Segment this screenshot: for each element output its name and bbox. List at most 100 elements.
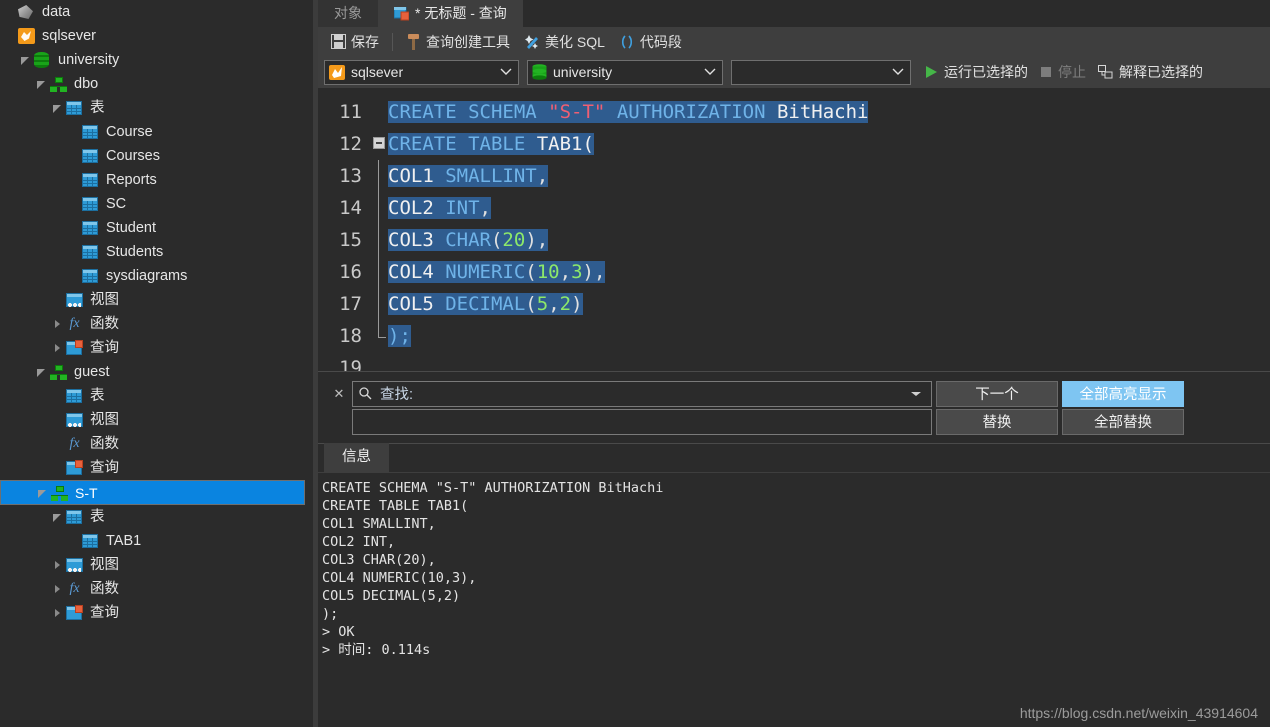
tree-item-SC[interactable]: SC xyxy=(0,192,313,216)
tab-messages-label: 信息 xyxy=(342,449,371,465)
tree-item-label: 查询 xyxy=(90,460,119,476)
stop-button[interactable]: 停止 xyxy=(1034,60,1092,84)
tree-item-university[interactable]: university xyxy=(0,48,313,72)
tree-item-函数[interactable]: fx 函数 xyxy=(0,432,313,456)
table-icon-wrap xyxy=(82,219,100,237)
tree-item-label: 表 xyxy=(90,509,105,525)
code-token: , xyxy=(559,261,572,283)
editor-line-list: 11 CREATE SCHEMA "S-T" AUTHORIZATION BitH… xyxy=(318,96,1270,371)
tree-item-视图[interactable]: 视图 xyxy=(0,553,313,577)
line-content: COL2 INT, xyxy=(388,197,491,219)
schema-icon-wrap xyxy=(50,363,68,381)
tree-item-视图[interactable]: 视图 xyxy=(0,288,313,312)
tab-messages[interactable]: 信息 xyxy=(324,443,389,472)
tree-item-Student[interactable]: Student xyxy=(0,216,313,240)
code-token: 2 xyxy=(559,293,572,315)
tab-query[interactable]: * 无标题 - 查询 xyxy=(378,0,523,27)
code-snippet-button[interactable]: 代码段 xyxy=(612,30,689,54)
chevron-open-icon[interactable] xyxy=(36,360,50,384)
table-icon-wrap xyxy=(82,147,100,165)
table-icon-wrap xyxy=(82,243,100,261)
run-selected-button[interactable]: 运行已选择的 xyxy=(919,60,1034,84)
chevron-closed-icon[interactable] xyxy=(52,312,66,336)
chevron-closed-icon[interactable] xyxy=(52,553,66,577)
highlight-all-button[interactable]: 全部高亮显示 xyxy=(1062,380,1184,407)
search-history-dropdown-icon[interactable] xyxy=(907,381,925,407)
code-token: BitHachi xyxy=(765,101,869,123)
search-input[interactable]: 查找: xyxy=(352,380,932,407)
explain-selected-button[interactable]: 解释已选择的 xyxy=(1092,60,1209,84)
code-token: ), xyxy=(582,261,606,283)
tree-item-Reports[interactable]: Reports xyxy=(0,168,313,192)
code-token: ), xyxy=(525,229,549,251)
chevron-open-icon[interactable] xyxy=(20,48,34,72)
fold-gutter xyxy=(370,96,388,128)
line-number: 17 xyxy=(339,293,362,315)
object-tree-sidebar[interactable]: data sqlsever university dbo 表 Course Courses R… xyxy=(0,0,313,727)
line-number: 11 xyxy=(339,101,362,123)
replace-input[interactable] xyxy=(352,408,932,435)
code-token xyxy=(605,101,617,123)
tree-item-Courses[interactable]: Courses xyxy=(0,144,313,168)
find-next-button[interactable]: 下一个 xyxy=(936,380,1058,407)
chevron-open-icon[interactable] xyxy=(52,505,66,529)
tree-item-表[interactable]: 表 xyxy=(0,384,313,408)
parentheses-icon xyxy=(619,34,635,50)
save-button[interactable]: 保存 xyxy=(324,30,386,54)
tree-item-查询[interactable]: 查询 xyxy=(0,336,313,360)
table-icon-wrap xyxy=(82,195,100,213)
chevron-closed-icon[interactable] xyxy=(52,601,66,625)
chevron-closed-icon[interactable] xyxy=(52,577,66,601)
messages-output[interactable]: CREATE SCHEMA "S-T" AUTHORIZATION BitHac… xyxy=(318,472,1270,727)
chevron-open-icon[interactable] xyxy=(52,96,66,120)
connection-select[interactable]: sqlsever xyxy=(324,59,519,85)
tree-item-sqlsever[interactable]: sqlsever xyxy=(0,24,313,48)
editor-line: 13 COL1 SMALLINT, xyxy=(318,160,1270,192)
fold-collapse-icon[interactable] xyxy=(373,137,385,149)
table-icon xyxy=(82,197,98,211)
toolbar-separator xyxy=(392,32,393,51)
chevron-closed-icon[interactable] xyxy=(52,336,66,360)
tree-item-S-T[interactable]: S-T xyxy=(0,480,305,505)
tree-item-Course[interactable]: Course xyxy=(0,120,313,144)
query-icon-wrap xyxy=(66,604,84,622)
tree-item-Students[interactable]: Students xyxy=(0,240,313,264)
tree-item-函数[interactable]: fx 函数 xyxy=(0,577,313,601)
tree-item-data[interactable]: data xyxy=(0,0,313,24)
line-content: CREATE SCHEMA "S-T" AUTHORIZATION BitHac… xyxy=(388,101,869,123)
sql-editor[interactable]: 11 CREATE SCHEMA "S-T" AUTHORIZATION BitH… xyxy=(318,88,1270,371)
beautify-sql-button[interactable]: 美化 SQL xyxy=(517,30,612,54)
database-select-value: university xyxy=(553,64,613,80)
code-token: 5 xyxy=(536,293,549,315)
chevron-open-icon[interactable] xyxy=(36,72,50,96)
tree-item-sysdiagrams[interactable]: sysdiagrams xyxy=(0,264,313,288)
tree-item-查询[interactable]: 查询 xyxy=(0,456,313,480)
database-select[interactable]: university xyxy=(527,59,723,85)
tree-item-label: 表 xyxy=(90,100,105,116)
tree-item-表[interactable]: 表 xyxy=(0,505,313,529)
replace-all-button[interactable]: 全部替换 xyxy=(1062,408,1184,435)
tree-item-guest[interactable]: guest xyxy=(0,360,313,384)
schema-select[interactable] xyxy=(731,59,911,85)
tab-object[interactable]: 对象 xyxy=(318,0,378,27)
code-token: COL1 xyxy=(388,165,446,187)
tree-item-TAB1[interactable]: TAB1 xyxy=(0,529,313,553)
replace-button[interactable]: 替换 xyxy=(936,408,1058,435)
message-line: COL1 SMALLINT, xyxy=(322,516,436,532)
tree-item-表[interactable]: 表 xyxy=(0,96,313,120)
tree-item-dbo[interactable]: dbo xyxy=(0,72,313,96)
close-find-icon[interactable]: ✕ xyxy=(326,386,352,402)
fold-gutter[interactable] xyxy=(370,128,388,160)
tree-item-视图[interactable]: 视图 xyxy=(0,408,313,432)
chevron-open-icon[interactable] xyxy=(37,481,51,505)
tree-item-查询[interactable]: 查询 xyxy=(0,601,313,625)
message-line: > OK xyxy=(322,624,355,640)
query-builder-button[interactable]: 查询创建工具 xyxy=(399,30,517,54)
tree-item-函数[interactable]: fx 函数 xyxy=(0,312,313,336)
